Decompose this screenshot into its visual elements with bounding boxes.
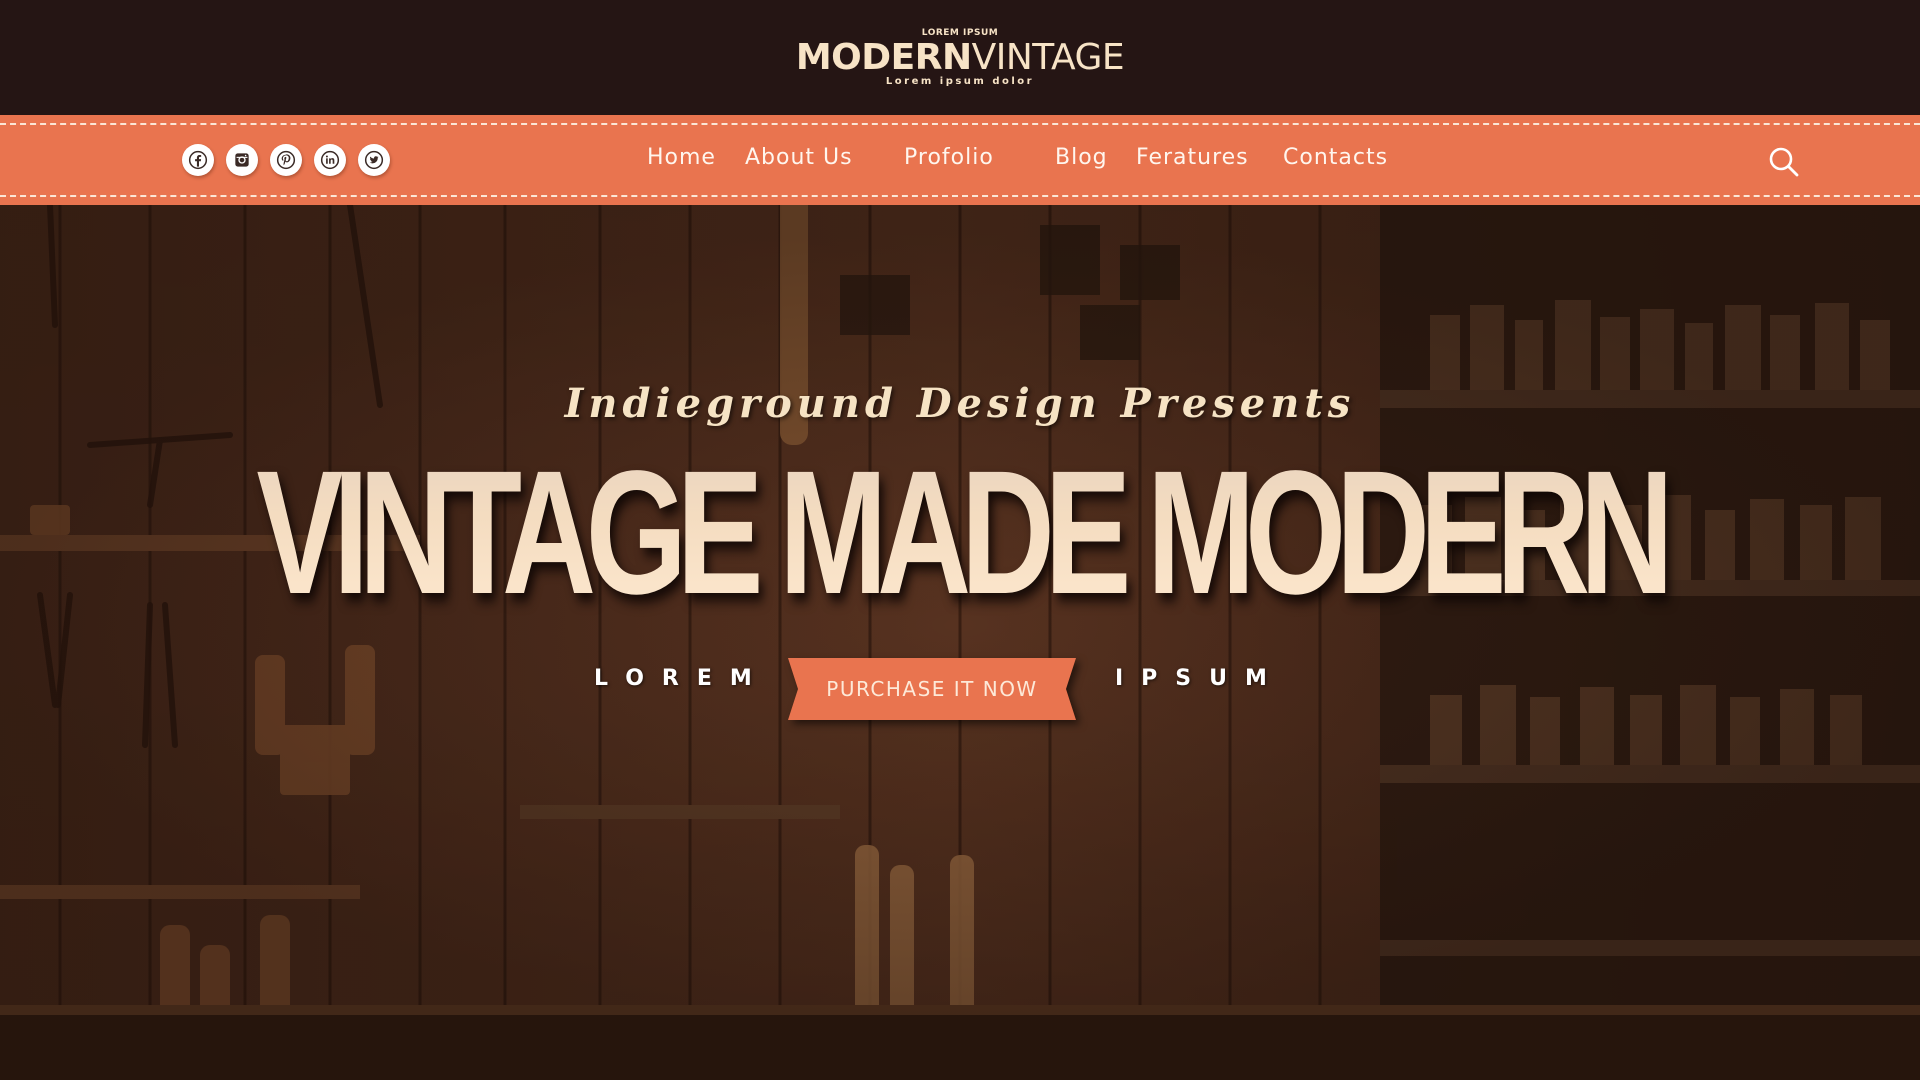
hero-presents-subtitle: Indieground Design Presents bbox=[564, 380, 1356, 427]
main-menu: Home About Us Profolio Blog Feratures Co… bbox=[0, 115, 1920, 205]
hero-headline: VINTAGE MADE MODERN bbox=[250, 445, 1673, 621]
main-navbar: Home About Us Profolio Blog Feratures Co… bbox=[0, 115, 1920, 205]
logo-wordmark: MODERNVINTAGE bbox=[795, 36, 1125, 78]
nav-item-blog[interactable]: Blog bbox=[1055, 145, 1108, 170]
hero-dark-overlay bbox=[0, 205, 1920, 1080]
top-header: LOREM IPSUM MODERNVINTAGE Lorem ipsum do… bbox=[0, 0, 1920, 115]
logo-tagline: Lorem ipsum dolor bbox=[885, 75, 1035, 87]
purchase-button-label: PURCHASE IT NOW bbox=[826, 677, 1038, 701]
logo-name-light: VINTAGE bbox=[971, 36, 1125, 78]
hero-cta-row: LOREM PURCHASE IT NOW IPSUM bbox=[0, 652, 1920, 722]
nav-item-about-us[interactable]: About Us bbox=[745, 145, 853, 170]
nav-item-feratures[interactable]: Feratures bbox=[1136, 145, 1249, 170]
nav-item-profolio[interactable]: Profolio bbox=[904, 145, 994, 170]
logo-name-bold: MODERN bbox=[795, 36, 972, 78]
nav-item-home[interactable]: Home bbox=[647, 145, 716, 170]
brand-logo[interactable]: LOREM IPSUM MODERNVINTAGE Lorem ipsum do… bbox=[795, 28, 1125, 87]
nav-item-contacts[interactable]: Contacts bbox=[1283, 145, 1388, 170]
cta-right-word: IPSUM bbox=[1115, 666, 1285, 691]
search-icon[interactable] bbox=[1766, 144, 1802, 180]
cta-left-word: LOREM bbox=[594, 666, 770, 691]
purchase-button[interactable]: PURCHASE IT NOW bbox=[778, 658, 1086, 720]
hero-section: Indieground Design Presents VINTAGE MADE… bbox=[0, 205, 1920, 1080]
